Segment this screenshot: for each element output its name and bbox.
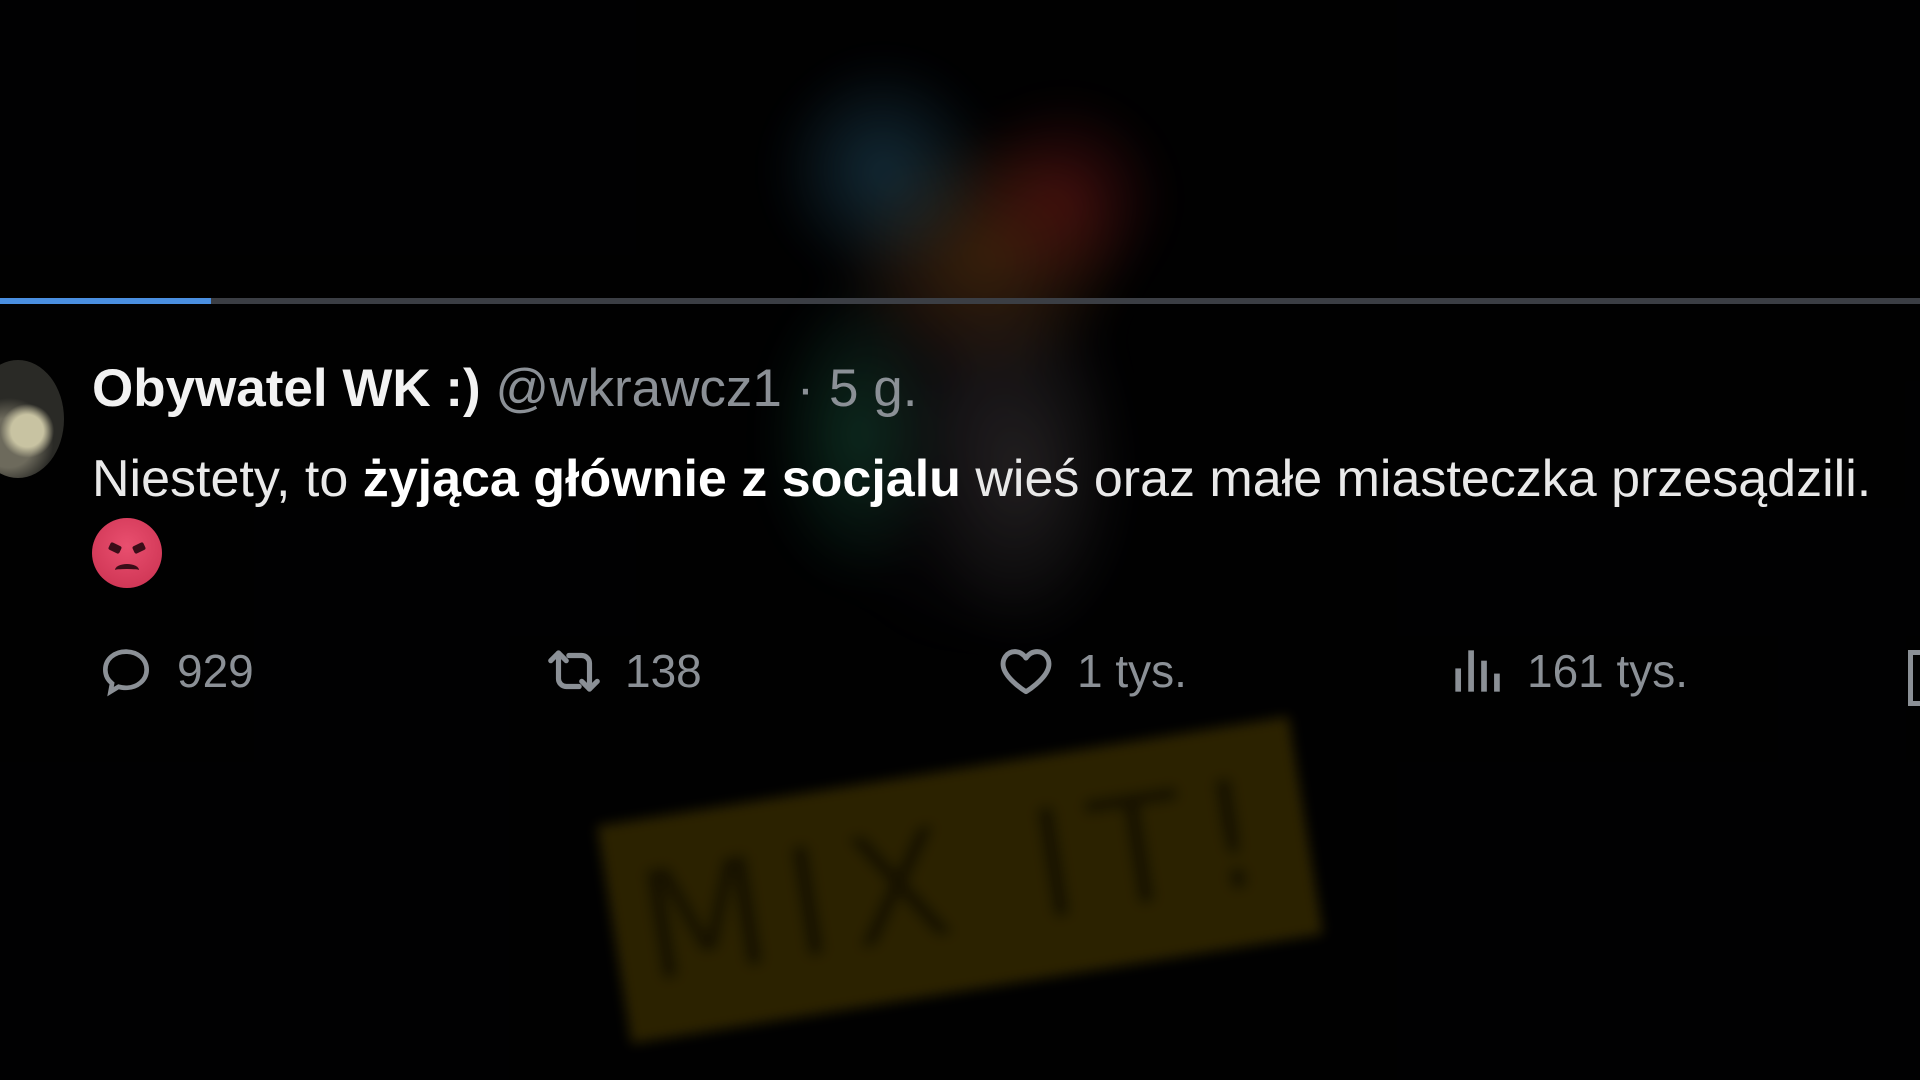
header-separator: · <box>796 359 815 418</box>
tweet-text-bold: żyjąca głównie z socjalu <box>362 450 961 508</box>
tweet-header: Obywatel WK :) @wkrawcz1 · 5 g. <box>92 358 917 420</box>
tweet-actions: 929 138 1 tys. 161 tys. <box>0 640 1920 710</box>
video-frame: MIX IT! Obywatel WK :) @wkrawcz1 · 5 g. … <box>0 0 1920 1080</box>
tweet-text: Niestety, to żyjąca głównie z socjalu wi… <box>92 440 1872 598</box>
author-handle[interactable]: @wkrawcz1 <box>495 359 781 418</box>
like-count: 1 tys. <box>1077 645 1187 697</box>
emoji-mouth <box>115 564 139 576</box>
tweet-timestamp[interactable]: 5 g. <box>829 359 917 418</box>
video-progress-bar[interactable] <box>0 298 1920 304</box>
views-button[interactable]: 161 tys. <box>1445 640 1688 702</box>
tweet-text-part: wieś oraz małe miasteczka przesądzili. <box>960 450 1872 508</box>
angry-face-emoji-icon <box>92 518 162 588</box>
view-count: 161 tys. <box>1527 645 1689 697</box>
author-name[interactable]: Obywatel WK :) <box>92 359 481 418</box>
views-icon <box>1455 650 1500 692</box>
retweet-button[interactable]: 138 <box>543 640 702 702</box>
heart-icon <box>1000 649 1052 695</box>
reply-icon <box>103 649 149 697</box>
retweet-icon <box>548 650 600 692</box>
retweet-count: 138 <box>625 645 702 697</box>
tweet-text-part: Niestety, to <box>92 450 363 508</box>
video-progress-fill <box>0 298 212 304</box>
bookmark-icon[interactable] <box>1908 650 1920 706</box>
like-button[interactable]: 1 tys. <box>995 640 1187 702</box>
reply-button[interactable]: 929 <box>95 640 254 702</box>
reply-count: 929 <box>177 645 254 697</box>
